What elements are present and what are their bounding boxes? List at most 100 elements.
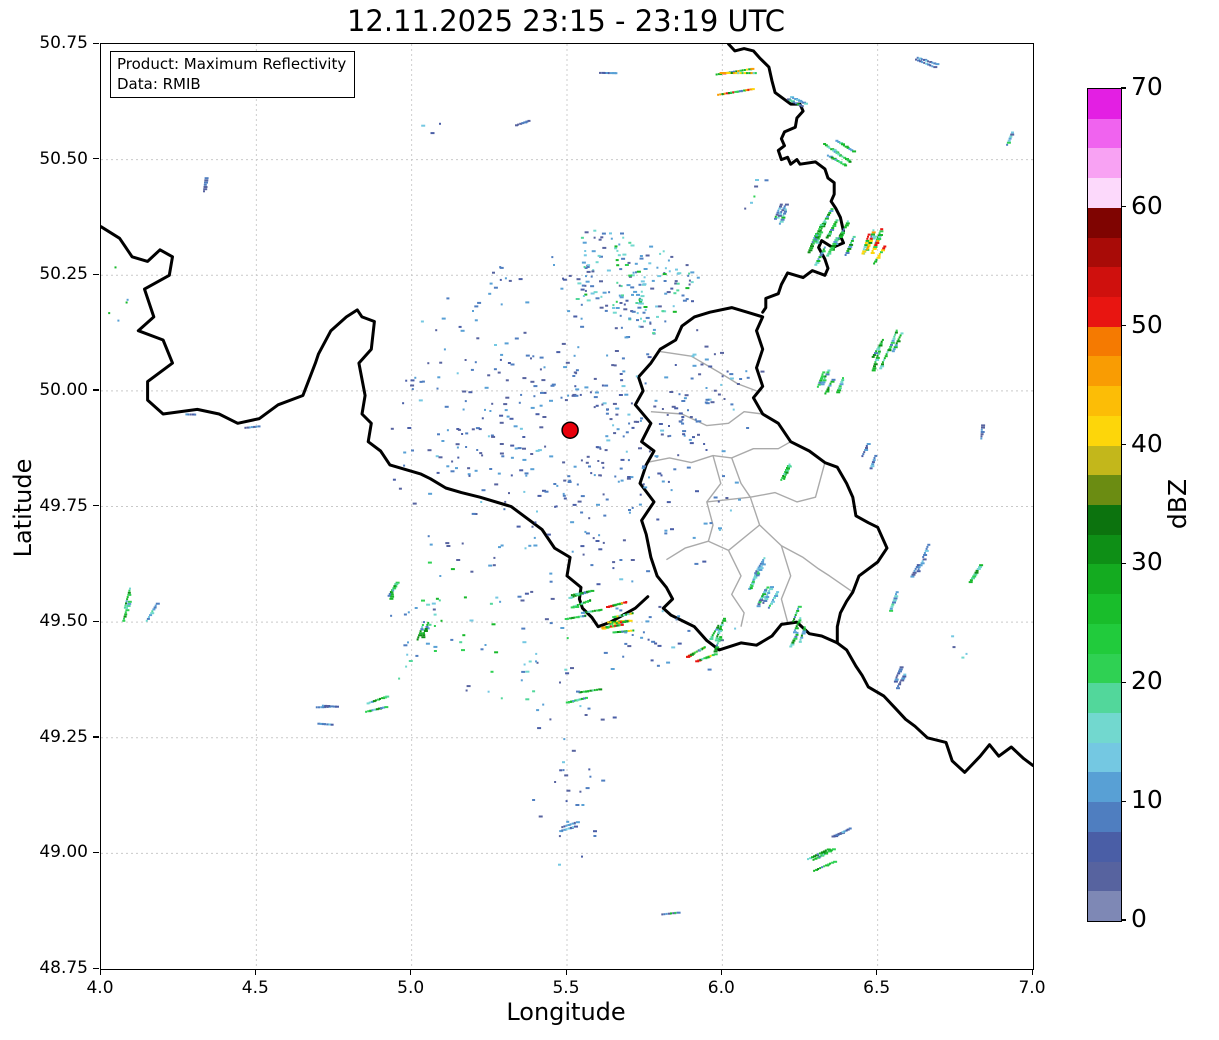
radar-echo-pixel	[889, 345, 893, 348]
radar-echo-pixel	[618, 284, 621, 287]
radar-echo-pixel	[874, 352, 878, 355]
radar-echo-pixel	[477, 301, 482, 304]
radar-echo-pixel	[129, 587, 131, 590]
radar-echo-pixel	[612, 402, 617, 405]
radar-echo-pixel	[504, 500, 507, 503]
radar-echo-pixel	[843, 226, 847, 229]
radar-echo-pixel	[391, 591, 394, 594]
colorbar-tick-label: 10	[1131, 785, 1163, 815]
radar-echo-pixel	[389, 597, 394, 600]
radar-echo-pixel	[535, 652, 538, 655]
radar-echo-pixel	[154, 604, 157, 607]
radar-echo-pixel	[815, 236, 820, 239]
radar-echo-pixel	[580, 317, 583, 320]
radar-echo-pixel	[872, 229, 875, 232]
radar-echo-pixel	[777, 209, 780, 212]
radar-echo-pixel	[670, 255, 674, 258]
radar-echo-pixel	[598, 474, 602, 477]
radar-echo-pixel	[628, 241, 632, 244]
radar-echo-pixel	[769, 588, 774, 591]
radar-echo-pixel	[525, 474, 528, 477]
radar-echo-pixel	[782, 214, 785, 217]
radar-echo-pixel	[815, 261, 820, 264]
radar-echo-pixel	[587, 690, 590, 693]
radar-echo-pixel	[390, 427, 394, 430]
radar-echo-pixel	[493, 368, 497, 371]
radar-echo-pixel	[813, 240, 818, 243]
radar-echo-pixel	[821, 381, 826, 384]
radar-echo-pixel	[599, 306, 604, 309]
regional-border	[706, 496, 751, 503]
radar-echo-pixel	[720, 351, 724, 354]
colorbar-tick-label: 0	[1131, 904, 1147, 933]
radar-echo-pixel	[640, 295, 645, 298]
radar-echo-pixel	[581, 261, 586, 264]
radar-echo-pixel	[536, 510, 538, 513]
radar-echo-pixel	[390, 614, 393, 617]
radar-echo-pixel	[593, 689, 596, 692]
radar-echo-pixel	[980, 437, 983, 440]
radar-echo-pixel	[972, 575, 977, 578]
radar-echo-pixel	[533, 544, 538, 547]
radar-echo-pixel	[549, 622, 553, 625]
radar-echo-pixel	[778, 207, 782, 210]
radar-echo-pixel	[645, 254, 650, 257]
radar-echo-pixel	[416, 638, 419, 641]
radar-echo-pixel	[751, 88, 755, 91]
y-tick-mark	[93, 389, 99, 391]
radar-echo-pixel	[657, 644, 662, 647]
radar-echo-pixel	[763, 600, 768, 602]
radar-echo-pixel	[586, 455, 590, 458]
radar-echo-pixel	[417, 636, 420, 639]
x-tick-mark	[1031, 969, 1033, 975]
radar-echo-pixel	[925, 547, 928, 550]
radar-echo-pixel	[508, 492, 510, 495]
y-tick-mark	[93, 736, 99, 738]
radar-echo-pixel	[789, 645, 793, 648]
radar-echo-pixel	[419, 380, 423, 383]
radar-echo-pixel	[618, 624, 621, 627]
radar-echo-pixel	[825, 373, 830, 376]
radar-echo-pixel	[798, 640, 802, 643]
radar-echo-pixel	[562, 492, 565, 495]
radar-echo-pixel	[612, 561, 616, 564]
radar-echo-pixel	[895, 676, 898, 679]
radar-echo-pixel	[747, 88, 750, 91]
radar-echo-pixel	[436, 471, 440, 474]
y-tick-label: 49.00	[39, 842, 88, 863]
radar-echo-pixel	[817, 258, 820, 261]
radar-echo-pixel	[521, 670, 526, 673]
y-tick-label: 49.25	[39, 726, 88, 747]
radar-echo-pixel	[642, 311, 646, 314]
radar-echo-pixel	[456, 446, 459, 449]
radar-echo-pixel	[682, 299, 687, 302]
radar-echo-pixel	[704, 401, 708, 404]
radar-echo-pixel	[838, 235, 843, 238]
radar-echo-pixel	[840, 162, 843, 165]
radar-echo-pixel	[824, 849, 827, 852]
radar-echo-pixel	[513, 425, 518, 428]
radar-echo-pixel	[562, 461, 566, 464]
radar-echo-pixel	[824, 375, 827, 378]
radar-echo-pixel	[612, 304, 615, 307]
radar-echo-pixel	[835, 237, 838, 240]
radar-echo-pixel	[155, 602, 160, 605]
radar-echo-pixel	[499, 358, 502, 361]
radar-echo-pixel	[831, 227, 835, 229]
radar-echo-pixel	[427, 561, 432, 564]
radar-echo-pixel	[823, 865, 826, 868]
colorbar-segment	[1088, 415, 1121, 446]
radar-echo-pixel	[499, 278, 502, 281]
radar-echo-pixel	[822, 379, 827, 382]
radar-echo-pixel	[615, 307, 620, 309]
radar-echo-pixel	[872, 235, 877, 238]
radar-echo-pixel	[709, 638, 714, 640]
radar-echo-pixel	[600, 295, 603, 298]
radar-echo-pixel	[693, 651, 696, 654]
radar-echo-pixel	[580, 236, 584, 239]
radar-echo-pixel	[608, 291, 611, 294]
radar-echo-pixel	[636, 420, 640, 423]
x-tick-label: 7.0	[1018, 978, 1046, 998]
radar-echo-pixel	[1007, 139, 1011, 142]
radar-echo-pixel	[882, 359, 885, 362]
